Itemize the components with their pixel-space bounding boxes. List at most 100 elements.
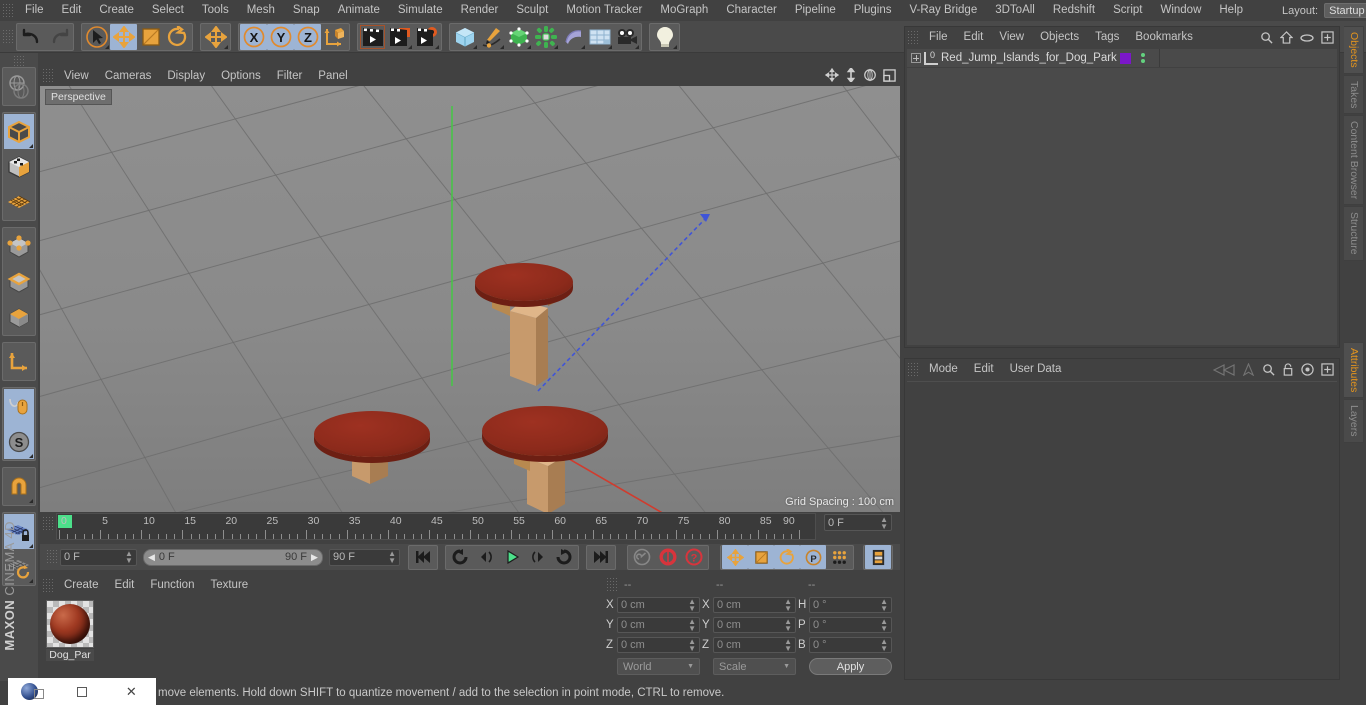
- add-light-button[interactable]: [651, 24, 678, 50]
- end-frame-field[interactable]: 90 F ▲ ▼: [328, 548, 400, 566]
- menu-render[interactable]: Render: [452, 0, 508, 21]
- go-to-start-button[interactable]: [410, 545, 436, 569]
- menu-plugins[interactable]: Plugins: [845, 0, 901, 21]
- material-grid[interactable]: Dog_Par: [40, 595, 600, 661]
- position-y-input[interactable]: 0 cm ▲ ▼: [617, 616, 700, 633]
- object-row[interactable]: 0 Red_Jump_Islands_for_Dog_Park: [907, 49, 1337, 68]
- model-mode-button[interactable]: [4, 114, 34, 149]
- key-position-button[interactable]: [722, 545, 748, 569]
- range-right-arrow-icon[interactable]: ▶: [311, 552, 318, 563]
- tab-objects[interactable]: Objects: [1344, 26, 1364, 74]
- start-frame-field[interactable]: 0 F ▲ ▼: [60, 548, 137, 566]
- menu-edit[interactable]: Edit: [53, 0, 91, 21]
- menu-help[interactable]: Help: [1210, 0, 1252, 21]
- menu-window[interactable]: Window: [1151, 0, 1210, 21]
- menubar-grip[interactable]: [2, 2, 14, 19]
- search-icon[interactable]: [1262, 363, 1275, 376]
- rotation-b-input[interactable]: 0 ° ▲ ▼: [809, 636, 892, 653]
- move-tool[interactable]: [110, 23, 137, 50]
- size-z-input[interactable]: 0 cm ▲ ▼: [713, 636, 796, 653]
- maximize-button[interactable]: [57, 686, 106, 697]
- polygons-mode-button[interactable]: [4, 299, 34, 334]
- add-bend-object-button[interactable]: [559, 24, 586, 50]
- material-menu-texture[interactable]: Texture: [202, 576, 256, 595]
- new-view-icon[interactable]: [1321, 363, 1334, 376]
- forward-navigation-icon[interactable]: [1242, 363, 1255, 376]
- visibility-dots-icon[interactable]: [1141, 53, 1145, 63]
- object-menu-bookmarks[interactable]: Bookmarks: [1127, 28, 1201, 47]
- maximize-view-icon[interactable]: [883, 68, 896, 82]
- menu-select[interactable]: Select: [143, 0, 193, 21]
- menu-redshift[interactable]: Redshift: [1044, 0, 1104, 21]
- home-icon[interactable]: [1280, 31, 1293, 44]
- zoom-view-icon[interactable]: [845, 68, 857, 82]
- texture-mode-button[interactable]: [4, 149, 34, 184]
- material-menu-edit[interactable]: Edit: [107, 576, 143, 595]
- menu-file[interactable]: File: [16, 0, 53, 21]
- apply-button[interactable]: Apply: [809, 658, 892, 675]
- add-camera-button[interactable]: [613, 24, 640, 50]
- size-y-input[interactable]: 0 cm ▲ ▼: [713, 616, 796, 633]
- search-icon[interactable]: [1260, 31, 1273, 44]
- add-spline-button[interactable]: [478, 24, 505, 50]
- add-scene-object-button[interactable]: [586, 24, 613, 50]
- keyframe-selection-button[interactable]: ?: [681, 545, 707, 569]
- enable-axis-modification-icon[interactable]: [4, 344, 34, 379]
- viewport-menu-filter[interactable]: Filter: [269, 67, 311, 86]
- perspective-viewport[interactable]: Perspective Grid Spacing : 100 cm: [40, 86, 900, 512]
- object-menu-edit[interactable]: Edit: [956, 28, 992, 47]
- attribute-menu-edit[interactable]: Edit: [966, 360, 1002, 379]
- material-item[interactable]: Dog_Par: [46, 600, 94, 661]
- range-left-arrow-icon[interactable]: ◀: [148, 552, 155, 563]
- timeline-ruler[interactable]: 0 5 10 15 20 25 30 35 40 45 50 55 60 65 70 75 80 85 90: [56, 513, 816, 540]
- rotate-view-icon[interactable]: [863, 68, 877, 82]
- stepper-icon[interactable]: ▲ ▼: [688, 637, 696, 652]
- menu-vray-bridge[interactable]: V-Ray Bridge: [900, 0, 986, 21]
- menu-tools[interactable]: Tools: [193, 0, 238, 21]
- attribute-manager-grip[interactable]: [907, 361, 919, 378]
- add-deformer-button[interactable]: [532, 24, 559, 50]
- object-tree[interactable]: 0 Red_Jump_Islands_for_Dog_Park: [907, 49, 1337, 345]
- material-menu-create[interactable]: Create: [56, 576, 107, 595]
- key-scale-button[interactable]: [748, 545, 774, 569]
- edges-mode-button[interactable]: [4, 264, 34, 299]
- new-view-icon[interactable]: [1321, 31, 1334, 44]
- transport-grip[interactable]: [46, 549, 58, 565]
- layout-select[interactable]: Startup ▼: [1324, 3, 1366, 18]
- menu-sculpt[interactable]: Sculpt: [507, 0, 557, 21]
- viewport-menu-panel[interactable]: Panel: [310, 67, 355, 86]
- object-manager-grip[interactable]: [907, 29, 919, 46]
- play-button[interactable]: [499, 545, 525, 569]
- position-x-input[interactable]: 0 cm ▲ ▼: [617, 596, 700, 613]
- stepper-icon[interactable]: ▲ ▼: [880, 617, 888, 632]
- add-cube-button[interactable]: [451, 24, 478, 50]
- go-to-end-button[interactable]: [588, 545, 614, 569]
- make-editable-icon[interactable]: [4, 69, 34, 104]
- tab-structure[interactable]: Structure: [1344, 206, 1364, 261]
- menu-mograph[interactable]: MoGraph: [651, 0, 717, 21]
- timeline-grip[interactable]: [42, 516, 54, 532]
- attribute-menu-mode[interactable]: Mode: [921, 360, 966, 379]
- tab-content-browser[interactable]: Content Browser: [1344, 115, 1364, 206]
- app-icon[interactable]: [8, 683, 57, 700]
- viewport-menu-display[interactable]: Display: [159, 67, 213, 86]
- enable-snapping-icon[interactable]: [4, 389, 34, 424]
- stepper-icon[interactable]: ▲ ▼: [880, 637, 888, 652]
- menu-motion-tracker[interactable]: Motion Tracker: [557, 0, 651, 21]
- timeline-filmstrip-button[interactable]: [865, 545, 891, 569]
- stepper-icon[interactable]: ▲ ▼: [784, 617, 792, 632]
- target-icon[interactable]: [1301, 363, 1314, 376]
- stepper-icon[interactable]: ▲ ▼: [880, 515, 888, 530]
- coordinate-mode-select[interactable]: Scale ▼: [713, 658, 796, 675]
- position-z-input[interactable]: 0 cm ▲ ▼: [617, 636, 700, 653]
- viewport-menu-options[interactable]: Options: [213, 67, 269, 86]
- menu-3dtoall[interactable]: 3DToAll: [986, 0, 1044, 21]
- rotation-h-input[interactable]: 0 ° ▲ ▼: [809, 596, 892, 613]
- viewport-menu-cameras[interactable]: Cameras: [97, 67, 160, 86]
- frame-range-slider[interactable]: ◀ 0 F 90 F ▶: [142, 548, 323, 566]
- points-mode-button[interactable]: [4, 229, 34, 264]
- add-generator-button[interactable]: [505, 24, 532, 50]
- toolbar-grip[interactable]: [2, 28, 14, 45]
- viewport-menu-view[interactable]: View: [56, 67, 97, 86]
- point-level-animation-button[interactable]: [826, 545, 852, 569]
